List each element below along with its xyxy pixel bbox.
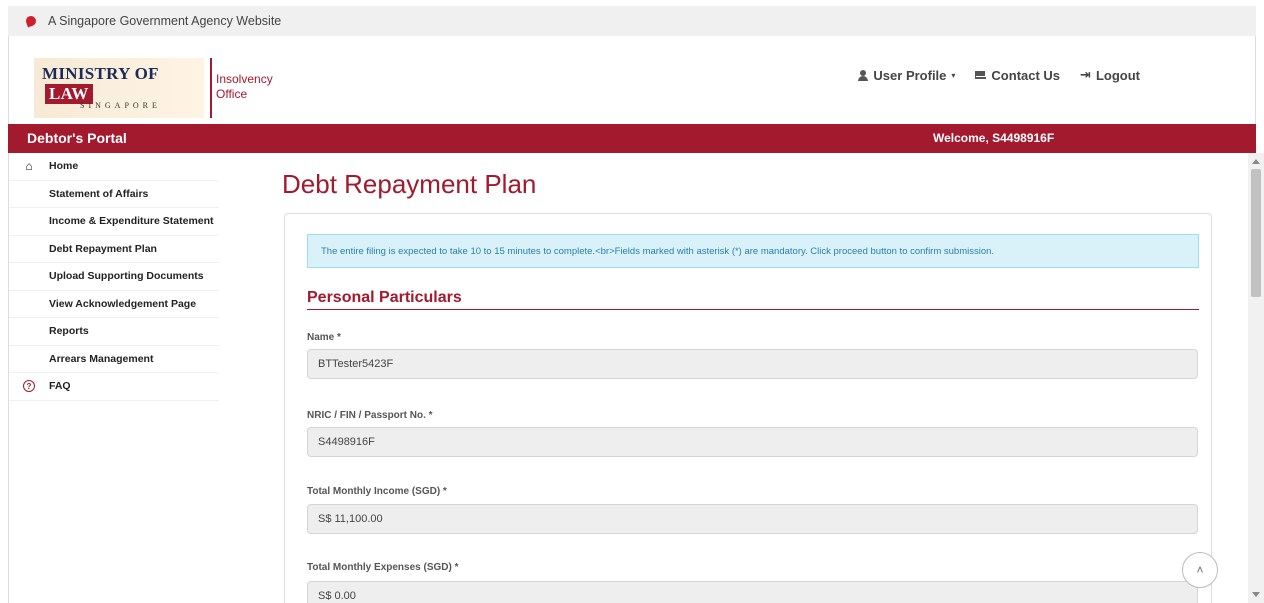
sidebar-item-income-expenditure[interactable]: Income & Expenditure Statement <box>9 208 219 236</box>
name-field[interactable]: BTTester5423F <box>307 349 1198 379</box>
chevron-up-icon: ˄ <box>1196 563 1204 577</box>
top-nav: User Profile ▾ Contact Us ⇥ Logout <box>858 67 1140 83</box>
page-scrollbar[interactable] <box>1248 153 1264 603</box>
gov-banner: A Singapore Government Agency Website <box>8 6 1256 36</box>
lion-head-icon <box>24 14 38 28</box>
home-icon: ⌂ <box>25 159 33 174</box>
nric-label: NRIC / FIN / Passport No. * <box>307 410 433 421</box>
scroll-down-icon[interactable] <box>1252 592 1260 597</box>
ministry-logo[interactable]: MINISTRY OFLAW SINGAPORE Insolvency Offi… <box>34 58 273 118</box>
page-title: Debt Repayment Plan <box>282 169 537 199</box>
caret-down-icon: ▾ <box>951 70 956 80</box>
monthly-income-label: Total Monthly Income (SGD) * <box>307 486 447 497</box>
back-to-top-button[interactable]: ˄ <box>1182 552 1218 588</box>
logout-label: Logout <box>1095 67 1140 83</box>
scroll-up-icon[interactable] <box>1252 159 1260 164</box>
user-icon <box>858 69 869 81</box>
welcome-text: Welcome, S4498916F <box>933 131 1055 145</box>
sidebar-item-home[interactable]: ⌂ Home <box>9 153 219 181</box>
portal-title: Debtor's Portal <box>27 130 127 146</box>
sign-out-icon: ⇥ <box>1080 67 1091 82</box>
logo-office-text: Insolvency Office <box>210 58 273 118</box>
sidebar-item-faq[interactable]: ? FAQ <box>9 373 219 401</box>
sidebar-item-debt-repayment-plan[interactable]: Debt Repayment Plan <box>9 236 219 263</box>
nric-field[interactable]: S4498916F <box>307 427 1198 457</box>
monthly-income-field[interactable]: S$ 11,100.00 <box>307 504 1198 534</box>
monthly-expenses-field[interactable]: S$ 0.00 <box>307 581 1198 603</box>
portal-bar: Debtor's Portal Welcome, S4498916F <box>8 124 1256 153</box>
main-content: Debt Repayment Plan The entire filing is… <box>226 153 1248 603</box>
sidebar-item-reports[interactable]: Reports <box>9 318 219 346</box>
name-label: Name * <box>307 332 341 343</box>
sidebar-item-statement-of-affairs[interactable]: Statement of Affairs <box>9 181 219 208</box>
scroll-thumb[interactable] <box>1251 169 1261 297</box>
logo-country-text: SINGAPORE <box>80 101 161 110</box>
section-title: Personal Particulars <box>307 289 462 306</box>
user-profile-menu[interactable]: User Profile ▾ <box>858 67 955 83</box>
question-circle-icon: ? <box>23 380 35 393</box>
user-profile-label: User Profile <box>873 67 947 83</box>
logout-link[interactable]: ⇥ Logout <box>1080 67 1140 83</box>
contact-us-label: Contact Us <box>991 67 1061 83</box>
sidebar: ⌂ Home Statement of Affairs Income & Exp… <box>8 153 226 603</box>
monthly-expenses-label: Total Monthly Expenses (SGD) * <box>307 562 459 573</box>
envelope-icon <box>975 71 987 79</box>
gov-banner-text: A Singapore Government Agency Website <box>48 14 282 28</box>
site-header: MINISTRY OFLAW SINGAPORE Insolvency Offi… <box>8 36 1256 124</box>
form-card: The entire filing is expected to take 10… <box>284 213 1212 603</box>
contact-us-link[interactable]: Contact Us <box>975 67 1060 83</box>
info-alert: The entire filing is expected to take 10… <box>307 234 1199 268</box>
sidebar-item-upload-documents[interactable]: Upload Supporting Documents <box>9 263 219 291</box>
sidebar-item-arrears[interactable]: Arrears Management <box>9 346 219 373</box>
logo-ministry-text: MINISTRY OF <box>42 64 159 83</box>
section-divider <box>307 309 1199 310</box>
sidebar-item-acknowledgement[interactable]: View Acknowledgement Page <box>9 291 219 318</box>
